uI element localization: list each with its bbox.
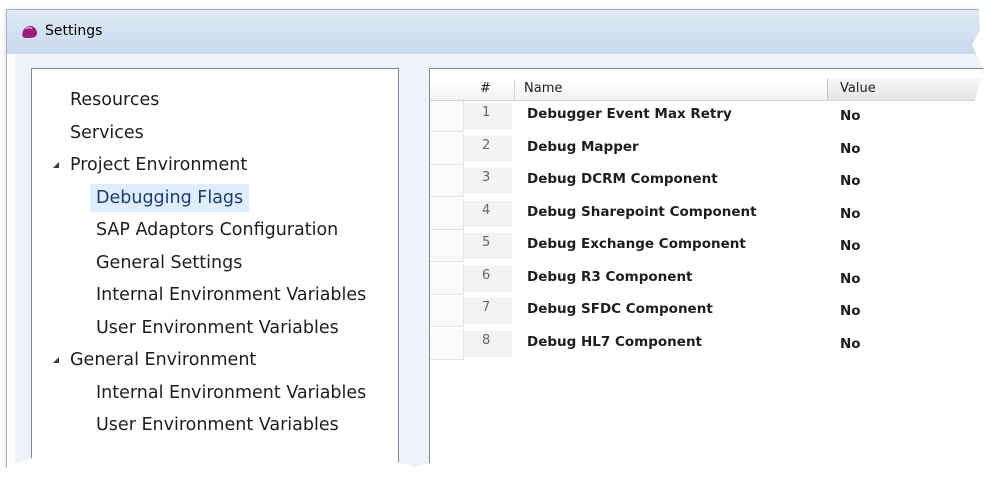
row-header[interactable] <box>430 166 464 197</box>
tree-item[interactable]: SAP Adaptors Configuration <box>96 216 338 244</box>
row-header[interactable] <box>430 296 464 327</box>
grid-header: # Name Value <box>430 78 992 101</box>
setting-name-cell[interactable]: Debug Exchange Component <box>527 236 746 252</box>
setting-value-cell[interactable]: No <box>840 108 861 124</box>
tree-item[interactable]: Internal Environment Variables <box>96 281 366 309</box>
row-number: 6 <box>482 267 491 283</box>
setting-value-cell[interactable]: No <box>840 336 861 352</box>
row-header[interactable] <box>430 328 464 360</box>
column-header-number[interactable]: # <box>480 81 491 96</box>
column-header-value[interactable]: Value <box>827 78 992 100</box>
setting-name-cell[interactable]: Debug DCRM Component <box>527 171 718 187</box>
tree-item[interactable]: General Environment <box>70 346 256 374</box>
setting-name-cell[interactable]: Debug Sharepoint Component <box>527 204 757 220</box>
settings-grid[interactable]: # Name Value 1 Debugger Event Max Retry No… <box>429 68 992 482</box>
row-header[interactable] <box>430 263 464 295</box>
setting-value-cell[interactable]: No <box>840 206 861 222</box>
tree-expander-icon[interactable] <box>53 357 59 363</box>
row-header[interactable] <box>430 101 464 132</box>
settings-window: Settings Resources Services Project Enviro… <box>6 9 993 483</box>
settings-tree[interactable]: Resources Services Project Environment Debu… <box>31 68 399 482</box>
tree-expander-icon[interactable] <box>53 162 59 168</box>
setting-value-cell[interactable]: No <box>840 238 861 254</box>
setting-value-cell[interactable]: No <box>840 271 861 287</box>
setting-value-cell[interactable]: No <box>840 173 861 189</box>
tree-item[interactable]: User Environment Variables <box>96 314 339 342</box>
tree-item[interactable]: Services <box>70 119 144 147</box>
setting-name-cell[interactable]: Debug HL7 Component <box>527 334 702 350</box>
setting-name-cell[interactable]: Debug R3 Component <box>527 269 693 285</box>
tree-item[interactable]: General Settings <box>96 249 242 277</box>
tree-item[interactable]: Debugging Flags <box>90 183 250 212</box>
setting-value-cell[interactable]: No <box>840 303 861 319</box>
row-header[interactable] <box>430 231 464 262</box>
setting-name-cell[interactable]: Debug Mapper <box>527 139 639 155</box>
row-number: 1 <box>482 105 491 120</box>
setting-value-cell[interactable]: No <box>840 141 861 157</box>
column-separator[interactable] <box>514 79 515 100</box>
tree-item[interactable]: Project Environment <box>70 151 247 179</box>
row-header[interactable] <box>430 198 464 230</box>
setting-name-cell[interactable]: Debugger Event Max Retry <box>527 106 732 122</box>
row-number: 8 <box>482 332 491 348</box>
window-title: Settings <box>45 23 103 39</box>
client-area: Resources Services Project Environment Debu… <box>15 54 992 482</box>
app-blob-icon <box>22 25 37 38</box>
row-number: 4 <box>482 202 491 218</box>
setting-name-cell[interactable]: Debug SFDC Component <box>527 301 713 317</box>
tree-item[interactable]: User Environment Variables <box>96 411 339 439</box>
row-number: 2 <box>482 137 491 153</box>
row-number: 5 <box>482 235 491 250</box>
tree-item[interactable]: Resources <box>70 86 159 114</box>
row-number: 3 <box>482 170 491 185</box>
row-number: 7 <box>482 300 491 315</box>
tree-item[interactable]: Internal Environment Variables <box>96 379 366 407</box>
column-header-name[interactable]: Name <box>524 81 562 96</box>
title-bar[interactable]: Settings <box>7 10 992 54</box>
row-header[interactable] <box>430 133 464 165</box>
